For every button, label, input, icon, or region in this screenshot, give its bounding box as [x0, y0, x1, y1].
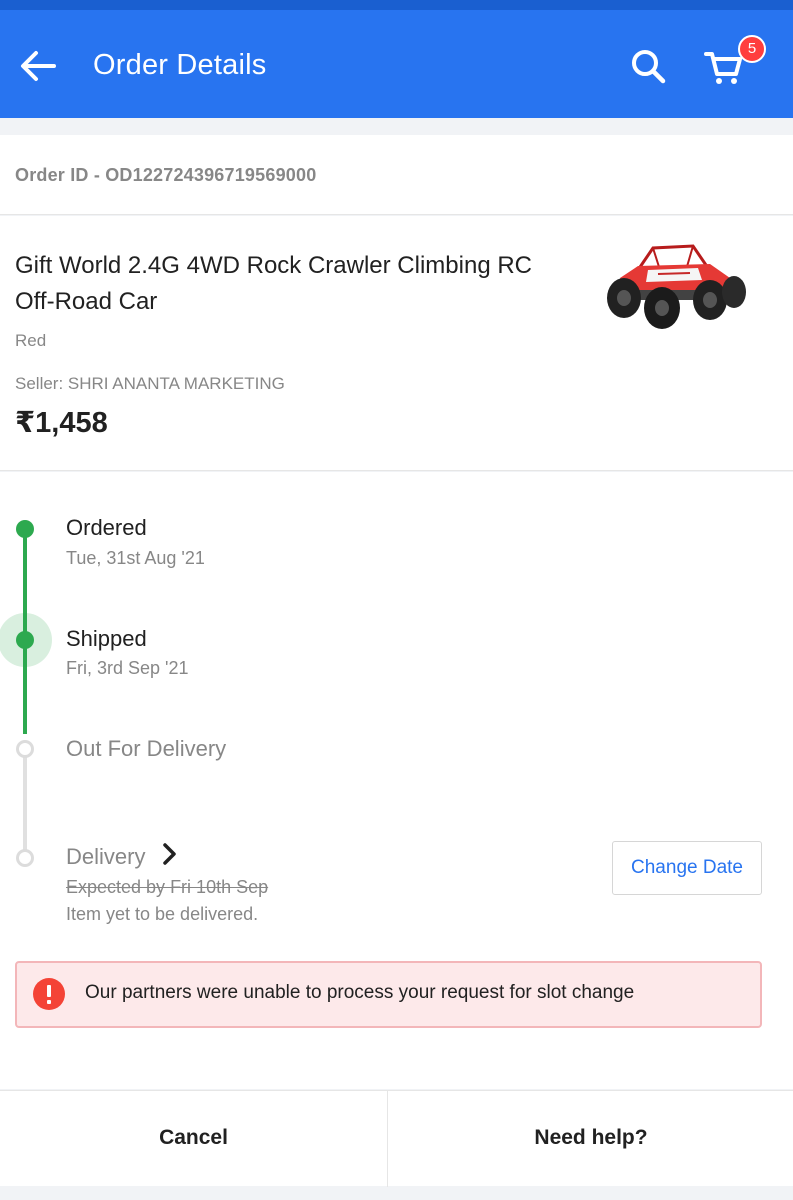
- step-title-shipped: Shipped: [66, 626, 147, 651]
- page-title: Order Details: [93, 49, 267, 81]
- timeline-pending-line: [23, 757, 27, 857]
- action-footer: Cancel Need help?: [0, 1090, 793, 1187]
- cancel-button[interactable]: Cancel: [0, 1091, 388, 1187]
- step-title-delivery[interactable]: Delivery: [66, 844, 145, 870]
- search-icon[interactable]: [628, 46, 668, 86]
- delivery-note: Item yet to be delivered.: [66, 904, 259, 924]
- cart-count-badge: 5: [738, 35, 766, 63]
- order-id-card: Order ID - OD122724396719569000: [0, 135, 793, 215]
- step-title-ordered: Ordered: [66, 515, 147, 540]
- product-name: Gift World 2.4G 4WD Rock Crawler Climbin…: [15, 252, 532, 315]
- step-dot-delivery: [16, 849, 34, 867]
- error-icon: [33, 978, 65, 1010]
- need-help-button[interactable]: Need help?: [389, 1091, 793, 1187]
- alert-message: Our partners were unable to process your…: [85, 982, 635, 1003]
- app-bar: Order Details 5: [0, 10, 793, 118]
- step-dot-ordered: [16, 520, 34, 538]
- chevron-right-icon[interactable]: [160, 842, 180, 866]
- order-id-text: Order ID - OD122724396719569000: [15, 165, 317, 185]
- product-seller: Seller: SHRI ANANTA MARKETING: [15, 374, 285, 393]
- back-arrow-icon[interactable]: [18, 48, 58, 84]
- product-price: ₹1,458: [15, 407, 108, 439]
- change-date-button[interactable]: Change Date: [612, 841, 762, 895]
- expected-delivery-date: Expected by Fri 10th Sep: [66, 877, 269, 897]
- step-date-shipped: Fri, 3rd Sep '21: [66, 658, 189, 678]
- step-dot-shipped: [16, 631, 34, 649]
- product-color: Red: [15, 331, 47, 350]
- step-dot-out-for-delivery: [16, 740, 34, 758]
- step-title-out-for-delivery: Out For Delivery: [66, 736, 227, 761]
- step-date-ordered: Tue, 31st Aug '21: [66, 548, 205, 568]
- product-card[interactable]: Gift World 2.4G 4WD Rock Crawler Climbin…: [0, 216, 793, 471]
- slot-change-error-alert: Our partners were unable to process your…: [15, 961, 762, 1028]
- product-image[interactable]: [598, 240, 748, 330]
- status-bar-strip: [0, 0, 793, 10]
- order-tracking-card: Ordered Tue, 31st Aug '21 Shipped Fri, 3…: [0, 472, 793, 1089]
